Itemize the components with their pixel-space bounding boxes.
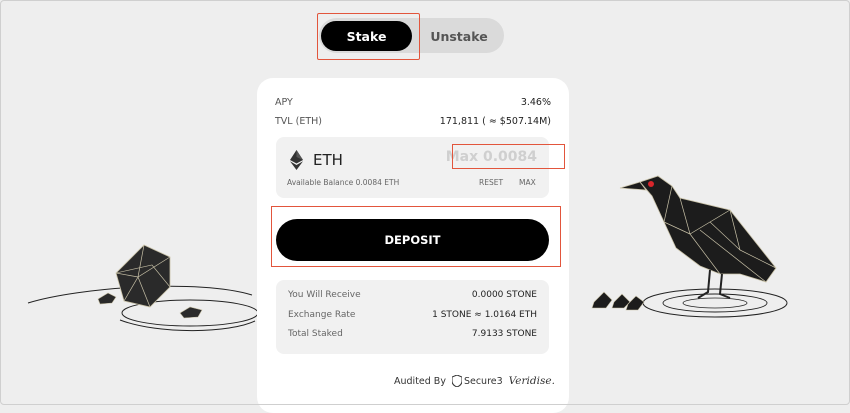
summary-row-exchange-rate: Exchange Rate 1 STONE ≈ 1.0164 ETH xyxy=(288,310,537,320)
secure3-text: Secure3 xyxy=(463,375,503,387)
audited-by-label: Audited By xyxy=(394,375,446,387)
token-name: ETH xyxy=(313,151,343,169)
tvl-label: TVL (ETH) xyxy=(275,116,322,127)
tvl-row: TVL (ETH) 171,811 ( ≈ $507.14M) xyxy=(275,116,551,127)
stake-card: APY 3.46% TVL (ETH) 171,811 ( ≈ $507.14M… xyxy=(257,78,569,413)
tvl-value: 171,811 ( ≈ $507.14M) xyxy=(439,116,551,127)
summary-row-total-staked: Total Staked 7.9133 STONE xyxy=(288,329,537,339)
secure3-icon xyxy=(451,375,462,387)
apy-row: APY 3.46% xyxy=(275,97,551,108)
summary-value: 7.9133 STONE xyxy=(471,329,537,339)
ethereum-icon xyxy=(290,150,303,170)
amount-input-highlight xyxy=(452,144,565,169)
tab-unstake[interactable]: Unstake xyxy=(419,21,499,51)
eth-input-box: ETH Max 0.0084 Available Balance 0.0084 … xyxy=(276,137,565,198)
reset-button[interactable]: RESET xyxy=(479,178,503,187)
audit-footer: Audited By Secure3 Veridise. xyxy=(394,375,555,387)
stake-tab-highlight xyxy=(317,13,420,60)
summary-label: Exchange Rate xyxy=(288,310,356,320)
summary-value: 0.0000 STONE xyxy=(471,290,537,300)
summary-label: Total Staked xyxy=(288,329,343,339)
available-balance: Available Balance 0.0084 ETH xyxy=(287,178,400,187)
summary-row-receive: You Will Receive 0.0000 STONE xyxy=(288,290,537,300)
crow-illustration xyxy=(591,175,788,318)
deposit-button-highlight xyxy=(271,206,561,267)
summary-label: You Will Receive xyxy=(288,290,361,300)
max-button[interactable]: MAX xyxy=(519,178,536,187)
summary-value: 1 STONE ≈ 1.0164 ETH xyxy=(432,310,537,320)
secure3-logo[interactable]: Secure3 xyxy=(451,375,503,387)
apy-value: 3.46% xyxy=(520,97,551,108)
veridise-logo[interactable]: Veridise. xyxy=(509,375,555,387)
rock-illustration xyxy=(27,244,259,332)
summary-box: You Will Receive 0.0000 STONE Exchange R… xyxy=(276,280,549,354)
apy-label: APY xyxy=(275,97,293,108)
